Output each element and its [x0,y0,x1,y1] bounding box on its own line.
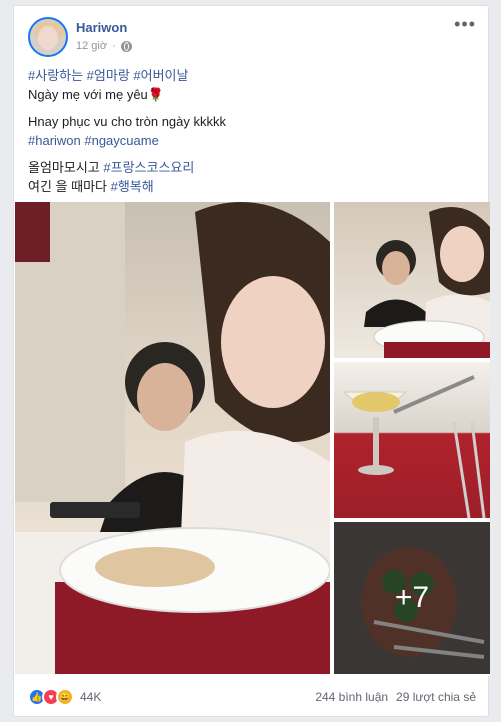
photo-grid: +7 [14,202,490,676]
post-line: Hnay phục vu cho tròn ngày kkkkk #hariwo… [28,112,474,150]
photo-thumb-2-illustration [342,375,486,518]
author-name[interactable]: Hariwon [76,20,127,35]
dot-separator: · [112,40,116,52]
post-stats: 244 bình luận 29 lượt chia sẻ [315,690,476,704]
photo-main-illustration [15,202,330,674]
post-text: #사랑하는 #엄마랑 #어버이날 Ngày mẹ với mẹ yêu🌹 Hna… [28,66,474,204]
post-line-text: Hnay phục vu cho tròn ngày kkkkk [28,114,226,129]
reactions-summary[interactable]: 👍 ♥ 😄 44K [28,688,101,706]
more-photos-count[interactable]: +7 [334,522,490,674]
haha-icon: 😄 [56,688,74,706]
hashtag[interactable]: #프랑스코스요리 [103,160,194,175]
photo-thumb-1-illustration [364,207,490,358]
post-line-text: 여긴 을 때마다 [28,179,111,194]
post-line: #사랑하는 #엄마랑 #어버이날 Ngày mẹ với mẹ yêu🌹 [28,66,474,104]
photo-thumb-3[interactable]: +7 [334,522,490,674]
photo-thumb-2[interactable] [334,362,490,518]
post-time[interactable]: 12 giờ [76,40,107,52]
hashtag-line[interactable]: #hariwon #ngaycuame [28,133,159,148]
more-options-button[interactable]: ••• [454,14,476,35]
post-meta: 12 giờ · [76,40,132,52]
post-line: 올엄마모시고 #프랑스코스요리 여긴 을 때마다 #행복해 [28,158,474,196]
avatar[interactable] [28,17,68,57]
shares-count[interactable]: 29 lượt chia sẻ [396,690,476,704]
comments-count[interactable]: 244 bình luận [315,690,388,704]
photo-thumb-1[interactable] [334,202,490,358]
hashtag[interactable]: #행복해 [111,179,154,194]
avatar-face [38,26,58,50]
post-line-text: 올엄마모시고 [28,160,104,175]
reaction-count[interactable]: 44K [80,690,101,704]
post-card: Hariwon 12 giờ · ••• #사랑하는 #엄마랑 #어버이날 Ng… [13,5,490,717]
globe-icon [120,40,132,52]
hashtag-line[interactable]: #사랑하는 #엄마랑 #어버이날 [28,68,188,83]
photo-main[interactable] [15,202,330,674]
post-line-text: Ngày mẹ với mẹ yêu🌹 [28,87,164,102]
